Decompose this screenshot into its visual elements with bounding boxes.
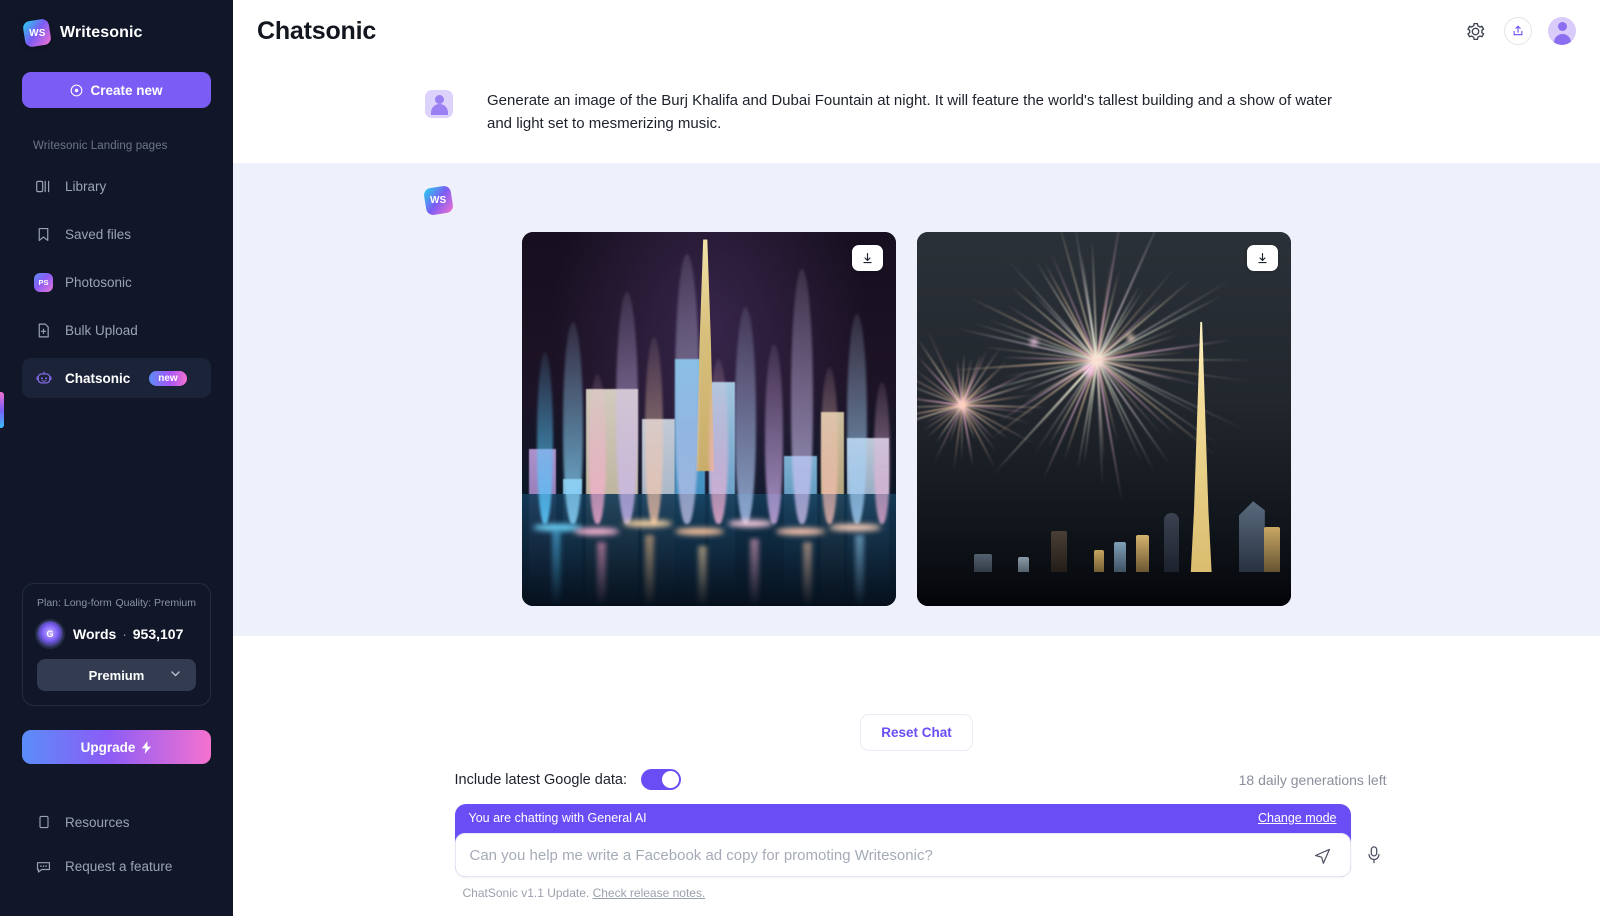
new-badge: new — [149, 371, 186, 386]
plan-row: Plan: Long-form Quality: Premium — [37, 597, 196, 609]
upgrade-label: Upgrade — [81, 740, 136, 755]
chevron-down-icon — [169, 667, 182, 683]
create-new-label: Create new — [90, 83, 162, 98]
top-actions — [1462, 17, 1576, 45]
generated-image-1[interactable] — [522, 232, 896, 606]
burj-khalifa-shape-2 — [1186, 322, 1216, 591]
chat-thread: Generate an image of the Burj Khalifa an… — [233, 62, 1600, 696]
toggle-knob — [662, 771, 679, 788]
sidebar-spacer — [0, 402, 233, 583]
page-title: Chatsonic — [257, 17, 376, 46]
sidebar-item-label: Saved files — [65, 227, 131, 242]
sidebar-item-saved-files[interactable]: Saved files — [22, 214, 211, 254]
avatar-head — [1558, 22, 1567, 31]
words-row: G Words · 953,107 — [37, 621, 196, 647]
quality-select[interactable]: Premium — [37, 659, 196, 691]
robot-icon — [34, 369, 53, 388]
sidebar-item-label: Photosonic — [65, 275, 132, 290]
bookmark-icon — [34, 225, 53, 244]
book-icon — [34, 813, 53, 832]
avatar-body — [1554, 34, 1571, 45]
bot-message-row: WS — [233, 163, 1600, 636]
app-root: WS Writesonic Create new Writesonic Land… — [0, 0, 1600, 916]
sidebar-item-label: Library — [65, 179, 106, 194]
brand-mark-text: WS — [29, 28, 46, 39]
quality-text: Quality: Premium — [115, 597, 196, 609]
credits-orb-icon: G — [37, 621, 63, 647]
words-value: 953,107 — [133, 626, 184, 642]
photosonic-icon: PS — [34, 273, 53, 292]
mode-bar: You are chatting with General AI Change … — [455, 804, 1351, 833]
microphone-icon[interactable] — [1361, 835, 1387, 875]
sidebar-item-request-feature[interactable]: Request a feature — [22, 846, 211, 886]
generations-left-text: 18 daily generations left — [1239, 772, 1387, 788]
library-icon — [34, 177, 53, 196]
composer: Reset Chat Include latest Google data: 1… — [233, 696, 1600, 916]
sidebar-item-resources[interactable]: Resources — [22, 802, 211, 842]
user-avatar-body — [431, 104, 448, 115]
plan-card: Plan: Long-form Quality: Premium G Words… — [22, 583, 211, 706]
release-note: ChatSonic v1.1 Update. Check release not… — [455, 886, 1387, 900]
sidebar-item-library[interactable]: Library — [22, 166, 211, 206]
quality-select-value: Premium — [89, 668, 145, 683]
google-data-label: Include latest Google data: — [455, 772, 628, 788]
sidebar-item-label: Bulk Upload — [65, 323, 138, 338]
plus-circle-icon — [70, 84, 83, 97]
words-label: Words — [73, 626, 116, 642]
artwork-fountain — [522, 232, 896, 606]
bot-mark-text: WS — [430, 195, 446, 206]
writesonic-logo-icon: WS — [22, 18, 52, 48]
generated-images-row — [522, 232, 1560, 606]
create-new-button[interactable]: Create new — [22, 72, 211, 108]
sidebar-item-label: Request a feature — [65, 859, 172, 874]
download-icon[interactable] — [852, 245, 883, 271]
sidebar-item-label: Chatsonic — [65, 371, 130, 386]
share-upload-icon[interactable] — [1504, 17, 1532, 45]
active-indicator-bar — [0, 392, 4, 428]
google-data-toggle[interactable] — [641, 769, 681, 790]
words-counter: Words · 953,107 — [73, 626, 183, 642]
sidebar-section-label: Writesonic Landing pages — [33, 140, 233, 152]
writesonic-bot-icon: WS — [423, 185, 454, 216]
sidebar-item-bulk-upload[interactable]: Bulk Upload — [22, 310, 211, 350]
send-icon[interactable] — [1310, 842, 1336, 868]
change-mode-link[interactable]: Change mode — [1258, 811, 1337, 825]
google-data-row: Include latest Google data: 18 daily gen… — [455, 769, 1387, 790]
chat-input[interactable] — [470, 847, 1310, 864]
plan-text: Plan: Long-form — [37, 597, 112, 609]
chat-dots-icon — [34, 857, 53, 876]
brand-logo[interactable]: WS Writesonic — [0, 0, 233, 46]
sidebar-item-label: Resources — [65, 815, 130, 830]
download-icon[interactable] — [1247, 245, 1278, 271]
file-plus-icon — [34, 321, 53, 340]
input-block: You are chatting with General AI Change … — [455, 804, 1387, 877]
mode-text: You are chatting with General AI — [469, 811, 647, 825]
lightning-icon — [141, 741, 152, 754]
release-notes-link[interactable]: Check release notes. — [593, 886, 706, 900]
brand-name: Writesonic — [60, 24, 143, 42]
release-note-prefix: ChatSonic v1.1 Update. — [463, 886, 593, 900]
user-message-text: Generate an image of the Burj Khalifa an… — [487, 90, 1357, 135]
reset-chat-button[interactable]: Reset Chat — [860, 714, 973, 751]
sidebar-item-chatsonic[interactable]: Chatsonic new — [22, 358, 211, 398]
artwork-fireworks — [917, 232, 1291, 606]
upgrade-button[interactable]: Upgrade — [22, 730, 211, 764]
chat-input-row — [455, 833, 1351, 877]
user-avatar-head — [435, 95, 444, 104]
sidebar-item-photosonic[interactable]: PS Photosonic — [22, 262, 211, 302]
user-avatar — [425, 90, 453, 118]
gear-icon[interactable] — [1462, 18, 1488, 44]
top-header: Chatsonic — [233, 0, 1600, 62]
sidebar-footer-nav: Resources Request a feature — [0, 798, 233, 916]
user-message-row: Generate an image of the Burj Khalifa an… — [233, 62, 1600, 163]
generated-image-2[interactable] — [917, 232, 1291, 606]
chat-input-card: You are chatting with General AI Change … — [455, 804, 1351, 877]
avatar[interactable] — [1548, 17, 1576, 45]
firework-ray — [1097, 359, 1254, 361]
sidebar: WS Writesonic Create new Writesonic Land… — [0, 0, 233, 916]
main-panel: Chatsonic Generate an image of the Burj … — [233, 0, 1600, 916]
